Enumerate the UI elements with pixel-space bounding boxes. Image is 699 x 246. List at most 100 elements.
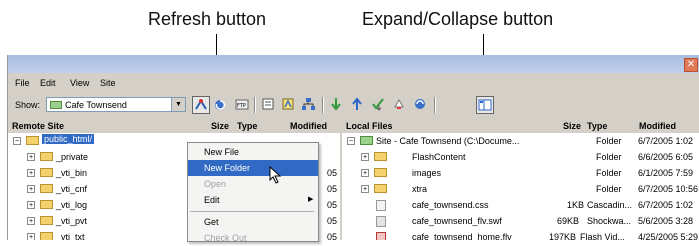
refresh-callout-label: Refresh button: [148, 9, 267, 29]
local-row[interactable]: + xtra Folder 6/7/2005 10:56: [342, 181, 699, 197]
local-row-name: FlashContent: [412, 152, 466, 162]
flv-file-icon: [376, 232, 386, 240]
connect-button[interactable]: [192, 96, 210, 114]
svg-text:FTP: FTP: [237, 103, 246, 109]
remote-row-name: _vti_txt: [56, 232, 85, 240]
expand-icon[interactable]: +: [27, 201, 35, 209]
menu-item-new-file[interactable]: New File: [188, 144, 318, 160]
expand-icon[interactable]: +: [361, 185, 369, 193]
folder-icon: [374, 152, 387, 161]
synchronize-button[interactable]: [412, 96, 430, 114]
put-files-button[interactable]: [349, 96, 367, 114]
local-row-name: images: [412, 168, 442, 178]
local-header: Local Files Size Type Modified: [342, 120, 699, 133]
testing-server-button[interactable]: [280, 96, 298, 114]
expand-icon[interactable]: +: [27, 185, 35, 193]
local-row-modified: 6/6/2005 6:05: [638, 152, 694, 162]
show-label: Show:: [15, 100, 41, 110]
menu-item-new-folder[interactable]: New Folder: [188, 160, 318, 176]
folder-icon: [40, 168, 53, 177]
local-root-label: Site - Cafe Townsend (C:\Docume...: [376, 136, 520, 146]
expand-icon[interactable]: +: [27, 233, 35, 240]
check-out-icon: [372, 98, 384, 111]
folder-icon: [40, 152, 53, 161]
local-row-modified: 5/6/2005 3:28: [638, 216, 694, 226]
testing-server-icon: [282, 98, 294, 110]
local-pane[interactable]: − Site - Cafe Townsend (C:\Docume... Fol…: [342, 133, 699, 240]
local-row-type: Flash Vid...: [580, 232, 625, 240]
remote-col-modified[interactable]: Modified: [290, 121, 327, 131]
site-select[interactable]: Cafe Townsend ▼: [46, 97, 186, 112]
collapse-icon[interactable]: −: [347, 137, 355, 145]
local-col-modified[interactable]: Modified: [639, 121, 676, 131]
local-row[interactable]: + FlashContent Folder 6/6/2005 6:05: [342, 149, 699, 165]
menu-file[interactable]: File: [15, 78, 30, 88]
folder-icon: [40, 184, 53, 193]
menu-edit[interactable]: Edit: [40, 78, 56, 88]
menu-item-open: Open: [188, 176, 318, 192]
connect-icon: [195, 99, 207, 110]
remote-row-name: _vti_pvt: [56, 216, 88, 226]
local-row-modified: 6/1/2005 7:59: [638, 168, 694, 178]
local-root-row[interactable]: − Site - Cafe Townsend (C:\Docume... Fol…: [342, 133, 699, 149]
expand-icon[interactable]: +: [27, 153, 35, 161]
local-row-size: 197KB: [549, 232, 577, 240]
site-files-button[interactable]: [260, 96, 278, 114]
local-row[interactable]: cafe_townsend_flv.swf 69KB Shockwa... 5/…: [342, 213, 699, 229]
site-map-button[interactable]: [300, 96, 318, 114]
remote-row-modified: 05 9: [327, 168, 340, 178]
get-files-button[interactable]: [328, 96, 346, 114]
local-row-size: 69KB: [557, 216, 580, 226]
local-row-modified: 6/7/2005 10:56: [638, 184, 699, 194]
toolbar-separator: [434, 97, 436, 113]
chevron-down-icon[interactable]: ▼: [171, 98, 185, 111]
expand-icon[interactable]: +: [27, 217, 35, 225]
synchronize-icon: [415, 99, 425, 109]
local-col-name[interactable]: Local Files: [346, 121, 393, 131]
local-col-type[interactable]: Type: [587, 121, 607, 131]
menu-item-label: New Folder: [204, 163, 251, 173]
toolbar-separator: [254, 97, 256, 113]
remote-col-type[interactable]: Type: [237, 121, 257, 131]
local-row-name: cafe_townsend_flv.swf: [412, 216, 502, 226]
expand-icon[interactable]: +: [27, 169, 35, 177]
folder-icon: [374, 184, 387, 193]
remote-col-size[interactable]: Size: [211, 121, 229, 131]
local-row[interactable]: cafe_townsend_home.flv 197KB Flash Vid..…: [342, 229, 699, 240]
collapse-icon[interactable]: −: [13, 137, 21, 145]
check-in-button[interactable]: [391, 96, 409, 114]
local-row-name: cafe_townsend_home.flv: [412, 232, 512, 240]
close-icon[interactable]: ✕: [684, 58, 698, 72]
expand-icon[interactable]: +: [361, 153, 369, 161]
ftp-log-button[interactable]: FTP: [234, 96, 252, 114]
get-arrow-icon: [331, 98, 341, 111]
menu-item-edit[interactable]: Edit ▶: [188, 192, 318, 208]
toolbar-separator: [322, 97, 324, 113]
menu-item-get[interactable]: Get: [188, 214, 318, 230]
expand-callout-label: Expand/Collapse button: [362, 9, 554, 29]
folder-icon: [26, 136, 39, 145]
expand-collapse-icon: [478, 99, 492, 111]
menu-item-label: Get: [204, 217, 219, 227]
expand-icon[interactable]: +: [361, 169, 369, 177]
refresh-button[interactable]: [212, 96, 230, 114]
check-out-button[interactable]: [370, 96, 388, 114]
remote-col-name[interactable]: Remote Site: [12, 121, 64, 131]
local-row-modified: 6/7/2005 1:02: [638, 200, 694, 210]
remote-row-modified: 05 9: [327, 216, 340, 226]
toolbar: Show: Cafe Townsend ▼ FTP: [8, 94, 699, 116]
menu-site[interactable]: Site: [100, 78, 116, 88]
menu-view[interactable]: View: [70, 78, 89, 88]
context-menu: New File New Folder Open Edit ▶ Get Check…: [187, 142, 319, 243]
folder-icon: [40, 216, 53, 225]
refresh-icon: [215, 100, 226, 110]
expand-collapse-button[interactable]: [476, 96, 494, 114]
local-col-size[interactable]: Size: [563, 121, 581, 131]
local-row[interactable]: cafe_townsend.css 1KB Cascadin... 6/7/20…: [342, 197, 699, 213]
local-row[interactable]: + images Folder 6/1/2005 7:59: [342, 165, 699, 181]
submenu-arrow-icon: ▶: [308, 196, 314, 203]
local-row-modified: 4/25/2005 5:29: [638, 232, 699, 240]
local-root-type: Folder: [596, 136, 622, 146]
remote-row-name: _vti_bin: [56, 168, 88, 178]
menu-item-label: New File: [204, 147, 240, 157]
